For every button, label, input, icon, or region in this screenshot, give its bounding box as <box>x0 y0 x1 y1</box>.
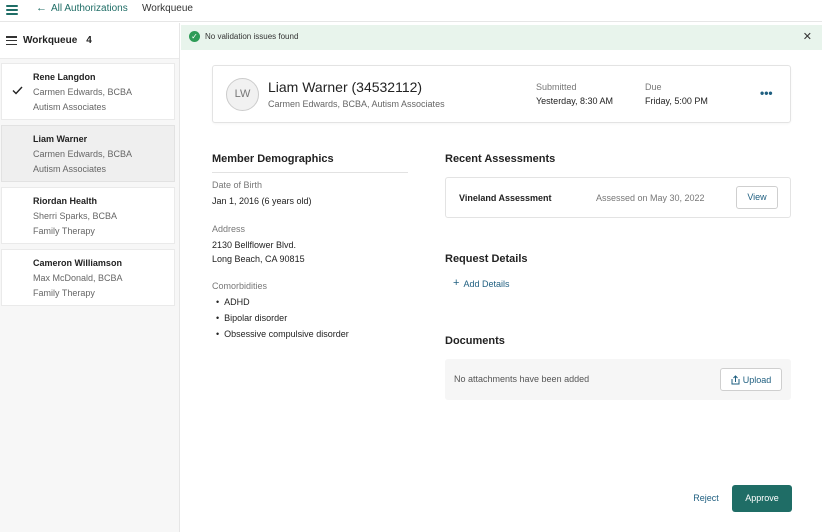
back-to-authorizations-link[interactable]: ← All Authorizations <box>36 2 128 15</box>
due-value: Friday, 5:00 PM <box>645 96 708 106</box>
workqueue-item-cameron-williamson[interactable]: Cameron Williamson Max McDonald, BCBA Fa… <box>1 249 175 306</box>
add-details-button[interactable]: + Add Details <box>453 278 509 289</box>
breadcrumb-current: Workqueue <box>142 3 193 14</box>
workqueue-item-rene-langdon[interactable]: Rene Langdon Carmen Edwards, BCBA Autism… <box>1 63 175 120</box>
demographics-title: Member Demographics <box>212 153 334 165</box>
validation-banner: ✓ No validation issues found ✕ <box>181 25 822 50</box>
due-label: Due <box>645 82 662 92</box>
arrow-left-icon: ← <box>36 2 47 14</box>
comorbidity-item: • Bipolar disorder <box>216 313 288 323</box>
member-summary-card: LW Liam Warner (34532112) Carmen Edwards… <box>212 65 791 123</box>
documents-empty-state: No attachments have been added Upload <box>445 359 791 400</box>
comorbidities-label: Comorbidities <box>212 281 268 291</box>
dob-label: Date of Birth <box>212 180 263 190</box>
member-name: Liam Warner (34532112) <box>268 79 423 95</box>
workqueue-title: Workqueue <box>23 35 78 46</box>
check-icon <box>12 86 23 95</box>
assessment-card: Vineland Assessment Assessed on May 30, … <box>445 177 791 218</box>
check-circle-icon: ✓ <box>189 31 200 42</box>
item-name: Rene Langdon <box>33 72 96 82</box>
address-line1: 2130 Bellflower Blvd. <box>212 240 297 250</box>
submitted-value: Yesterday, 8:30 AM <box>536 96 614 106</box>
workqueue-header: Workqueue 4 <box>0 23 179 59</box>
item-organization: Family Therapy <box>33 226 95 236</box>
item-name: Liam Warner <box>33 134 88 144</box>
menu-icon[interactable] <box>6 5 18 15</box>
dob-value: Jan 1, 2016 (6 years old) <box>212 196 312 206</box>
add-details-label: Add Details <box>463 278 510 289</box>
item-organization: Autism Associates <box>33 102 107 112</box>
documents-title: Documents <box>445 335 505 347</box>
workqueue-item-liam-warner[interactable]: Liam Warner Carmen Edwards, BCBA Autism … <box>1 125 175 182</box>
approve-button[interactable]: Approve <box>732 485 792 512</box>
assessments-title: Recent Assessments <box>445 153 556 165</box>
address-line2: Long Beach, CA 90815 <box>212 254 305 264</box>
no-attachments-message: No attachments have been added <box>454 374 590 384</box>
view-assessment-button[interactable]: View <box>736 186 778 209</box>
item-provider: Sherri Sparks, BCBA <box>33 211 118 221</box>
item-organization: Family Therapy <box>33 288 95 298</box>
plus-icon: + <box>453 277 460 289</box>
more-options-icon[interactable]: ••• <box>760 86 773 100</box>
request-details-title: Request Details <box>445 253 528 265</box>
member-provider: Carmen Edwards, BCBA, Autism Associates <box>268 99 445 109</box>
upload-label: Upload <box>742 374 772 385</box>
submitted-label: Submitted <box>536 82 577 92</box>
item-name: Cameron Williamson <box>33 258 122 268</box>
upload-button[interactable]: Upload <box>720 368 782 391</box>
reject-button[interactable]: Reject <box>684 485 728 512</box>
address-label: Address <box>212 224 246 234</box>
back-link-label: All Authorizations <box>51 3 128 14</box>
workqueue-item-riordan-health[interactable]: Riordan Health Sherri Sparks, BCBA Famil… <box>1 187 175 244</box>
banner-message: No validation issues found <box>205 32 299 41</box>
workqueue-count: 4 <box>86 35 92 46</box>
item-organization: Autism Associates <box>33 164 107 174</box>
item-provider: Carmen Edwards, BCBA <box>33 149 133 159</box>
item-provider: Carmen Edwards, BCBA <box>33 87 133 97</box>
comorbidity-item: • Obsessive compulsive disorder <box>216 329 349 339</box>
demographics-divider <box>212 172 408 173</box>
top-bar: ← All Authorizations Workqueue <box>0 0 822 22</box>
upload-icon <box>731 374 740 384</box>
item-name: Riordan Health <box>33 196 98 206</box>
comorbidity-item: • ADHD <box>216 297 250 307</box>
assessment-date: Assessed on May 30, 2022 <box>596 193 705 203</box>
item-provider: Max McDonald, BCBA <box>33 273 123 283</box>
close-icon[interactable]: ✕ <box>803 30 812 43</box>
list-icon <box>6 36 17 45</box>
avatar: LW <box>226 78 259 111</box>
assessment-name: Vineland Assessment <box>459 193 552 203</box>
